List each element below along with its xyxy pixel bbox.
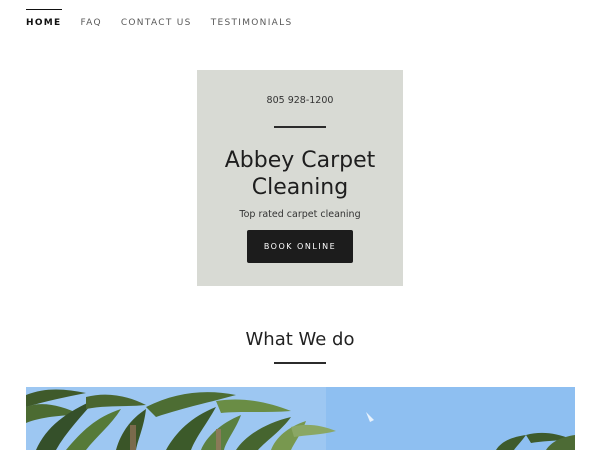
business-name-line-1: Abbey Carpet [224,148,376,173]
section-title: What We do [245,329,355,350]
nav-item-home[interactable]: HOME [26,0,62,28]
nav-item-testimonials[interactable]: TESTIMONIALS [211,0,293,28]
section-divider [274,362,326,364]
book-online-button[interactable]: BOOK ONLINE [247,230,353,263]
palm-trees-photo [26,387,575,450]
nav-item-contact-us[interactable]: CONTACT US [121,0,192,28]
tagline: Top rated carpet cleaning [239,209,361,220]
main-navigation: HOME FAQ CONTACT US TESTIMONIALS [26,0,311,40]
nav-item-faq[interactable]: FAQ [81,0,102,28]
phone-number[interactable]: 805 928-1200 [197,95,403,106]
business-name-line-2: Cleaning [251,175,349,200]
page: HOME FAQ CONTACT US TESTIMONIALS 805 928… [0,0,600,450]
business-name: Abbey Carpet Cleaning [197,147,403,201]
hero-divider [274,126,326,128]
palm-trees-illustration [26,387,575,450]
hero-card: 805 928-1200 Abbey Carpet Cleaning Top r… [197,70,403,286]
